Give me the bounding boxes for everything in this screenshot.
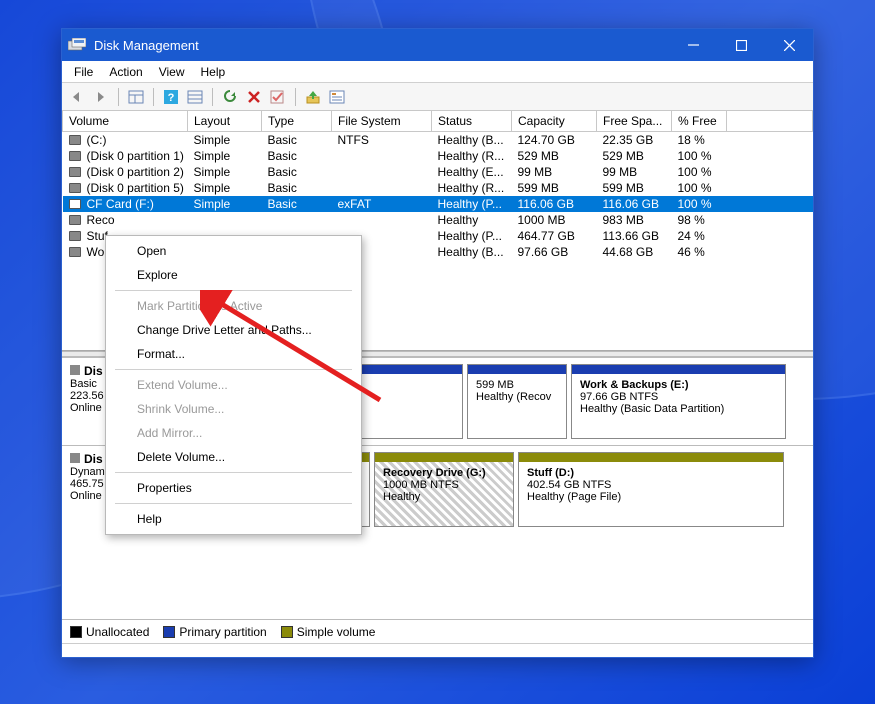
col-layout[interactable]: Layout: [188, 111, 262, 132]
context-item-properties[interactable]: Properties: [109, 476, 358, 500]
col-type[interactable]: Type: [262, 111, 332, 132]
context-separator: [115, 290, 352, 291]
context-menu: OpenExplore Mark Partition as ActiveChang…: [105, 235, 362, 535]
legend-simple: Simple volume: [281, 625, 376, 639]
help-icon[interactable]: ?: [160, 86, 182, 108]
legend-unallocated: Unallocated: [70, 625, 149, 639]
menubar: File Action View Help: [62, 61, 813, 83]
table-row[interactable]: CF Card (F:)SimpleBasicexFATHealthy (P..…: [63, 196, 813, 212]
context-item-add-mirror: Add Mirror...: [109, 421, 358, 445]
app-icon: [68, 38, 86, 52]
table-row[interactable]: (Disk 0 partition 1)SimpleBasicHealthy (…: [63, 148, 813, 164]
context-separator: [115, 472, 352, 473]
partition[interactable]: Work & Backups (E:)97.66 GB NTFSHealthy …: [571, 364, 786, 439]
legend-primary: Primary partition: [163, 625, 266, 639]
menu-action[interactable]: Action: [101, 63, 150, 81]
drive-icon: [69, 231, 81, 241]
table-row[interactable]: (Disk 0 partition 5)SimpleBasicHealthy (…: [63, 180, 813, 196]
svg-text:?: ?: [168, 92, 175, 104]
partition[interactable]: Stuff (D:)402.54 GB NTFSHealthy (Page Fi…: [518, 452, 784, 527]
context-separator: [115, 503, 352, 504]
context-separator: [115, 369, 352, 370]
nav-forward-icon[interactable]: [90, 86, 112, 108]
close-button[interactable]: [765, 29, 813, 61]
nav-back-icon[interactable]: [66, 86, 88, 108]
grid-icon[interactable]: [184, 86, 206, 108]
menu-help[interactable]: Help: [193, 63, 234, 81]
context-item-format[interactable]: Format...: [109, 342, 358, 366]
check-icon[interactable]: [267, 86, 289, 108]
partition[interactable]: Recovery Drive (G:)1000 MB NTFSHealthy: [374, 452, 514, 527]
drive-icon: [69, 183, 81, 193]
maximize-button[interactable]: [717, 29, 765, 61]
col-fs[interactable]: File System: [332, 111, 432, 132]
context-item-change-drive-letter-and-paths[interactable]: Change Drive Letter and Paths...: [109, 318, 358, 342]
menu-file[interactable]: File: [66, 63, 101, 81]
context-item-help[interactable]: Help: [109, 507, 358, 531]
drive-icon: [69, 215, 81, 225]
col-pct[interactable]: % Free: [672, 111, 727, 132]
context-item-mark-partition-as-active: Mark Partition as Active: [109, 294, 358, 318]
refresh-icon[interactable]: [219, 86, 241, 108]
titlebar[interactable]: Disk Management: [62, 29, 813, 61]
window-title: Disk Management: [94, 38, 669, 53]
delete-icon[interactable]: [243, 86, 265, 108]
context-item-shrink-volume: Shrink Volume...: [109, 397, 358, 421]
col-free[interactable]: Free Spa...: [597, 111, 672, 132]
table-row[interactable]: RecoHealthy1000 MB983 MB98 %: [63, 212, 813, 228]
context-item-extend-volume: Extend Volume...: [109, 373, 358, 397]
properties-icon[interactable]: [326, 86, 348, 108]
drive-icon: [69, 247, 81, 257]
context-item-delete-volume[interactable]: Delete Volume...: [109, 445, 358, 469]
menu-view[interactable]: View: [151, 63, 193, 81]
col-capacity[interactable]: Capacity: [512, 111, 597, 132]
legend: Unallocated Primary partition Simple vol…: [62, 619, 813, 643]
drive-icon: [69, 135, 81, 145]
col-status[interactable]: Status: [432, 111, 512, 132]
toolbar: ?: [62, 83, 813, 111]
col-volume[interactable]: Volume: [63, 111, 188, 132]
table-row[interactable]: (C:)SimpleBasicNTFSHealthy (B...124.70 G…: [63, 132, 813, 149]
drive-icon: [69, 151, 81, 161]
drive-icon: [69, 199, 81, 209]
context-item-explore[interactable]: Explore: [109, 263, 358, 287]
table-header[interactable]: Volume Layout Type File System Status Ca…: [63, 111, 813, 132]
upload-icon[interactable]: [302, 86, 324, 108]
table-row[interactable]: (Disk 0 partition 2)SimpleBasicHealthy (…: [63, 164, 813, 180]
drive-icon: [69, 167, 81, 177]
minimize-button[interactable]: [669, 29, 717, 61]
panes-icon[interactable]: [125, 86, 147, 108]
partition[interactable]: 599 MBHealthy (Recov: [467, 364, 567, 439]
context-item-open[interactable]: Open: [109, 239, 358, 263]
